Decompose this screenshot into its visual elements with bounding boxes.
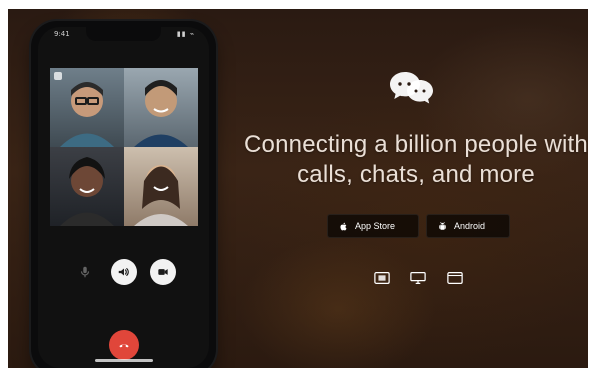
participant-1-image [60,82,114,147]
speaker-icon [118,268,129,276]
android-button[interactable]: Android [426,214,510,238]
video-button[interactable] [150,259,176,285]
video-call-grid [50,68,198,226]
status-icons: ▮▮ ⌁ [176,30,195,38]
participant-3-image [60,157,114,226]
phone-screen: 9:41 ▮▮ ⌁ [38,27,209,368]
microphone-icon [80,266,90,278]
video-tile-2 [124,68,198,147]
phone-notch [86,27,161,41]
store-buttons: App Store Android [327,214,510,238]
video-camera-icon [158,269,168,275]
platform-icons [373,271,473,289]
hero-section: 9:41 ▮▮ ⌁ Connecting a billion people wi… [8,9,588,368]
hero-headline: Connecting a billion people with calls, … [240,130,588,190]
app-store-button[interactable]: App Store [327,214,419,238]
video-tile-3 [50,147,124,226]
mute-button[interactable] [72,259,98,285]
page-frame: 9:41 ▮▮ ⌁ Connecting a billion people wi… [0,0,597,378]
phone-mockup: 9:41 ▮▮ ⌁ [31,21,216,368]
windows-platform-button[interactable] [373,271,391,285]
browser-icon [447,272,463,284]
headline-line-2: calls, chats, and more [297,161,535,188]
hang-up-icon [119,344,129,348]
hang-up-button[interactable] [109,330,139,360]
participant-2-image [134,80,188,147]
status-time: 9:41 [54,30,70,38]
participant-4-image [134,165,188,226]
call-controls [38,259,209,360]
chat-bubbles-icon [390,72,433,104]
home-indicator [95,359,153,362]
monitor-icon [410,272,426,284]
web-platform-button[interactable] [446,271,464,285]
android-icon [439,221,446,230]
app-store-label: App Store [355,221,396,231]
android-label: Android [454,221,486,231]
speaker-button[interactable] [111,259,137,285]
mac-platform-button[interactable] [409,271,427,285]
apple-icon [340,222,347,230]
windows-icon [374,272,390,284]
video-tile-4 [124,147,198,226]
video-tile-1 [50,68,124,147]
headline-line-1: Connecting a billion people with [244,131,588,158]
